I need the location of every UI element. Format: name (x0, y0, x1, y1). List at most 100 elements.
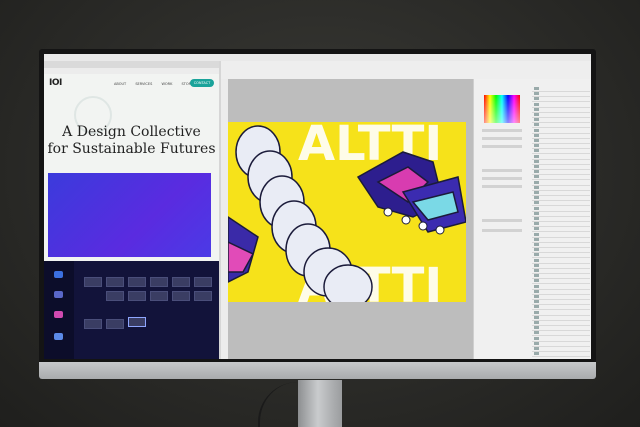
grid-cell[interactable] (172, 291, 190, 301)
grid-cell[interactable] (194, 277, 212, 287)
panel-control[interactable] (482, 177, 522, 180)
layer-thumbnail-icon (534, 347, 539, 350)
headline-line-2: for Sustainable Futures (47, 141, 216, 157)
nav-work[interactable]: WORK (161, 82, 172, 86)
layer-thumbnail-icon (534, 237, 539, 241)
layer-thumbnail-icon (534, 253, 539, 257)
hero-section: A Design Collective for Sustainable Futu… (44, 94, 219, 169)
layer-thumbnail-icon (534, 300, 539, 304)
layer-thumbnail-icon (534, 341, 539, 345)
monitor-chin (39, 362, 596, 379)
layer-thumbnail-icon (534, 139, 539, 142)
layer-thumbnail-icon (534, 128, 539, 132)
layer-thumbnail-icon (534, 201, 539, 205)
layer-thumbnail-icon (534, 185, 539, 189)
artwork-illustration: ALTTI ALTTI (228, 122, 466, 302)
panel-control[interactable] (482, 145, 522, 148)
layer-thumbnail-icon (534, 144, 539, 148)
layer-thumbnail-icon (534, 336, 539, 340)
site-header: IOI ABOUT SERVICES WORK STORIES CONTACT (44, 74, 219, 94)
system-menubar (44, 54, 591, 61)
dark-app-sidebar (44, 261, 74, 359)
layer-thumbnail-icon (534, 206, 539, 210)
layer-thumbnail-icon (534, 211, 539, 215)
layer-thumbnail-icon (534, 92, 539, 96)
grid-cell[interactable] (106, 277, 124, 287)
monitor-screen: IOI ABOUT SERVICES WORK STORIES CONTACT … (44, 54, 591, 359)
app-icon[interactable] (54, 271, 63, 278)
contact-button[interactable]: CONTACT (190, 79, 214, 87)
layer-thumbnail-icon (534, 113, 539, 116)
layer-thumbnail-icon (534, 263, 539, 267)
layer-thumbnail-icon (534, 227, 539, 231)
grid-cell[interactable] (194, 291, 212, 301)
layer-thumbnail-icon (534, 248, 539, 252)
nav-about[interactable]: ABOUT (114, 82, 126, 86)
hero-headline: A Design Collective for Sustainable Futu… (44, 124, 219, 158)
panel-control[interactable] (482, 219, 522, 222)
grid-cell[interactable] (106, 319, 124, 329)
layer-thumbnail-icon (534, 258, 539, 262)
layer-row[interactable] (532, 352, 590, 358)
artwork-canvas[interactable]: ALTTI ALTTI (228, 122, 466, 302)
nav-services[interactable]: SERVICES (135, 82, 152, 86)
app-icon[interactable] (54, 311, 63, 318)
layer-thumbnail-icon (534, 331, 539, 335)
layer-thumbnail-icon (534, 165, 539, 168)
app-icon[interactable] (54, 291, 63, 298)
browser-window: IOI ABOUT SERVICES WORK STORIES CONTACT … (44, 61, 219, 261)
browser-tabbar[interactable] (44, 61, 219, 68)
panel-control[interactable] (482, 229, 522, 232)
grid-cell[interactable] (106, 291, 124, 301)
grid-cell[interactable] (172, 277, 190, 287)
grid-cell[interactable] (84, 277, 102, 287)
grid-cell[interactable] (150, 277, 168, 287)
layer-thumbnail-icon (534, 305, 539, 309)
hero-image-purple (48, 173, 211, 257)
panel-control[interactable] (482, 129, 522, 132)
layer-thumbnail-icon (534, 180, 539, 184)
panel-control[interactable] (482, 137, 522, 140)
layer-thumbnail-icon (534, 326, 539, 330)
layer-thumbnail-icon (534, 289, 539, 293)
layer-thumbnail-icon (534, 159, 539, 163)
color-picker[interactable] (484, 95, 520, 123)
monitor-stand (298, 380, 342, 427)
layer-thumbnail-icon (534, 191, 539, 194)
layer-thumbnail-icon (534, 149, 539, 153)
dark-app-window (44, 261, 219, 359)
layer-thumbnail-icon (534, 87, 539, 90)
layer-thumbnail-icon (534, 97, 539, 101)
layer-thumbnail-icon (534, 232, 539, 236)
layer-thumbnail-icon (534, 315, 539, 319)
layer-thumbnail-icon (534, 352, 539, 356)
photoshop-window: ALTTI ALTTI (221, 61, 591, 359)
gear-icon[interactable] (54, 333, 63, 340)
layer-thumbnail-icon (534, 274, 539, 278)
grid-cell[interactable] (84, 319, 102, 329)
layer-thumbnail-icon (534, 107, 539, 111)
grid-cell[interactable] (150, 291, 168, 301)
layer-thumbnail-icon (534, 133, 539, 137)
layer-thumbnail-icon (534, 279, 539, 283)
ps-toolbar[interactable] (221, 79, 228, 359)
ps-options-bar[interactable] (221, 61, 591, 80)
layer-thumbnail-icon (534, 310, 539, 314)
grid-cell[interactable] (128, 291, 146, 301)
panel-control[interactable] (482, 185, 522, 188)
layer-thumbnail-icon (534, 269, 539, 272)
layer-thumbnail-icon (534, 295, 539, 298)
layer-thumbnail-icon (534, 284, 539, 288)
layer-thumbnail-icon (534, 222, 539, 226)
site-logo[interactable]: IOI (49, 78, 62, 88)
grid-cell[interactable] (128, 277, 146, 287)
panel-control[interactable] (482, 169, 522, 172)
layer-thumbnail-icon (534, 123, 539, 127)
layer-thumbnail-icon (534, 243, 539, 246)
layer-thumbnail-icon (534, 196, 539, 200)
selected-grid-cell[interactable] (128, 317, 146, 327)
ps-panels (473, 79, 591, 359)
layer-thumbnail-icon (534, 170, 539, 174)
headline-line-1: A Design Collective (62, 124, 201, 140)
layer-thumbnail-icon (534, 102, 539, 106)
